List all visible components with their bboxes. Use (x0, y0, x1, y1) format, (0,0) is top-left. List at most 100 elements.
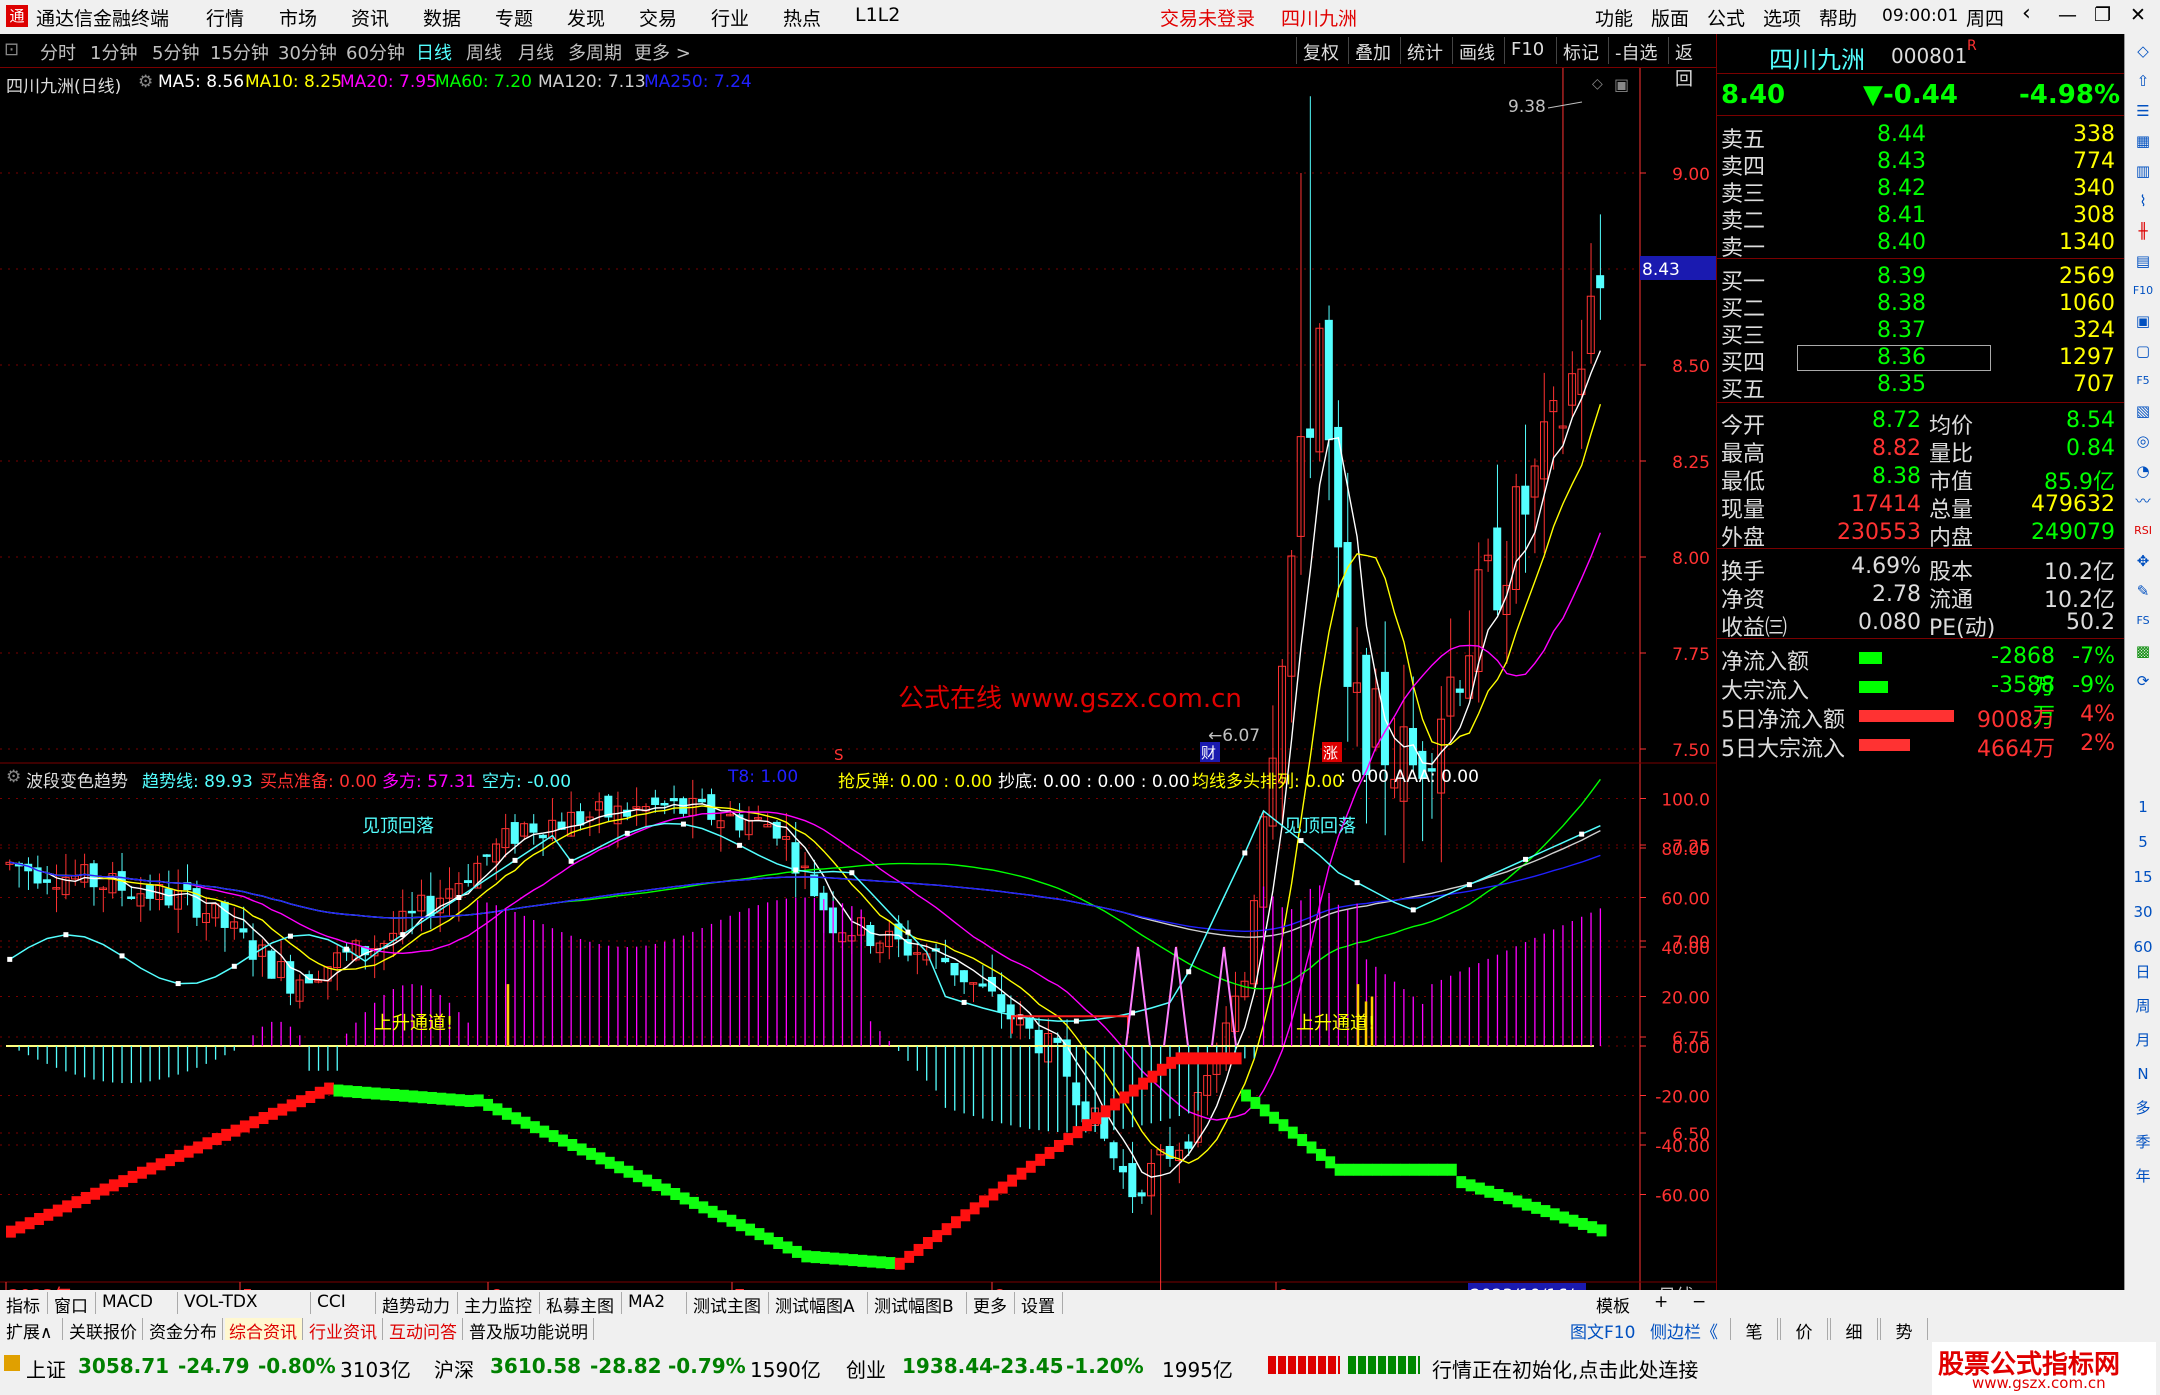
stock-tab[interactable]: 四川九洲 (1281, 4, 1357, 31)
extension-tab-6[interactable]: 普及版功能说明 (465, 1318, 594, 1343)
period-shortcut-9[interactable]: 多 (2129, 1095, 2157, 1121)
indicator-tab-4[interactable]: CCI (313, 1292, 376, 1314)
wave-icon[interactable]: 〰 (2129, 488, 2157, 514)
indicator-tab-5[interactable]: 趋势动力 (378, 1292, 458, 1317)
period-shortcut-6[interactable]: 周 (2129, 993, 2157, 1019)
settings-gear-icon[interactable]: ⚙ (138, 72, 153, 92)
indicator-tab-1[interactable]: 窗口 (50, 1292, 96, 1317)
hs-index-name[interactable]: 沪深 (434, 1354, 474, 1383)
period-shortcut-8[interactable]: N (2129, 1061, 2157, 1087)
menu-function[interactable]: 功能 (1595, 4, 1633, 31)
tool-watchlist[interactable]: -自选 (1608, 37, 1664, 64)
menu-trade[interactable]: 交易 (639, 4, 677, 31)
period-shortcut-7[interactable]: 月 (2129, 1027, 2157, 1053)
period-shortcut-4[interactable]: 60 (2129, 934, 2157, 960)
indicator-tab-2[interactable]: MACD (98, 1292, 178, 1314)
extension-tab-4[interactable]: 行业资讯 (305, 1318, 383, 1343)
remove-pane-button[interactable]: − (1688, 1292, 1708, 1314)
period-1min[interactable]: 1分钟 (90, 39, 137, 65)
menu-layout[interactable]: 版面 (1651, 4, 1689, 31)
connection-status[interactable]: 行情正在初始化,点击此处连接 (1432, 1354, 1698, 1383)
minimize-icon[interactable]: — (2058, 4, 2077, 26)
menu-help[interactable]: 帮助 (1819, 4, 1857, 31)
indicator-tab-11[interactable]: 测试幅图B (870, 1292, 967, 1317)
tool-adjust[interactable]: 复权 (1296, 37, 1345, 64)
menu-news[interactable]: 资讯 (351, 4, 389, 31)
indicator-tab-7[interactable]: 私募主图 (542, 1292, 622, 1317)
panel-toggle-icon[interactable]: ⊡ (4, 39, 19, 60)
tool-overlay[interactable]: 叠加 (1348, 37, 1397, 64)
extension-tab-2[interactable]: 资金分布 (145, 1318, 223, 1343)
extension-tab-3[interactable]: 综合资讯 (225, 1318, 303, 1343)
line-icon[interactable]: ⌇ (2129, 188, 2157, 214)
f10-icon[interactable]: F10 (2129, 278, 2157, 304)
back-icon[interactable]: ‹ (2022, 1, 2031, 26)
menu-hot[interactable]: 热点 (783, 4, 821, 31)
indicator-tab-6[interactable]: 主力监控 (460, 1292, 540, 1317)
side-tab-2[interactable]: 细 (1830, 1318, 1878, 1343)
pen-icon[interactable]: ✎ (2129, 578, 2157, 604)
tool-back[interactable]: 返回 (1668, 37, 1716, 90)
indicator-tab-0[interactable]: 指标 (2, 1292, 48, 1317)
kline-chart[interactable]: 9.008.758.508.258.007.757.507.257.006.75… (0, 68, 1716, 1290)
list-icon[interactable]: ☰ (2129, 98, 2157, 124)
indicator-tab-3[interactable]: VOL-TDX (180, 1292, 311, 1314)
sidebar-button[interactable]: 侧边栏《 (1646, 1318, 1724, 1343)
period-shortcut-3[interactable]: 30 (2129, 899, 2157, 925)
menu-options[interactable]: 选项 (1763, 4, 1801, 31)
restore-icon[interactable]: ❐ (2094, 4, 2111, 26)
side-tab-1[interactable]: 价 (1780, 1318, 1828, 1343)
menu-market[interactable]: 市场 (279, 4, 317, 31)
period-multi[interactable]: 多周期 (568, 39, 622, 65)
collapse-icon[interactable]: ◇ (2129, 38, 2157, 64)
extension-tab-0[interactable]: 扩展∧ (2, 1318, 63, 1343)
indicator-tab-13[interactable]: 设置 (1017, 1292, 1063, 1317)
tool-f10[interactable]: F10 (1504, 37, 1550, 64)
period-daily[interactable]: 日线 (416, 39, 452, 65)
add-pane-button[interactable]: + (1650, 1292, 1670, 1314)
menu-data[interactable]: 数据 (423, 4, 461, 31)
tool-stats[interactable]: 统计 (1400, 37, 1449, 64)
close-icon[interactable]: ✕ (2130, 4, 2146, 26)
period-shortcut-5[interactable]: 日 (2129, 959, 2157, 985)
period-more[interactable]: 更多 > (634, 39, 691, 65)
rsi-icon[interactable]: RSI (2129, 518, 2157, 544)
circle-icon[interactable]: ◎ (2129, 428, 2157, 454)
extension-tab-5[interactable]: 互动问答 (385, 1318, 463, 1343)
menu-topic[interactable]: 专题 (495, 4, 533, 31)
pie-icon[interactable]: ◔ (2129, 458, 2157, 484)
menu-quotes[interactable]: 行情 (206, 4, 244, 31)
up-arrow-icon[interactable]: ⇧ (2129, 68, 2157, 94)
period-shortcut-1[interactable]: 5 (2129, 829, 2157, 855)
grid-icon[interactable]: ▥ (2129, 158, 2157, 184)
sh-index-name[interactable]: 上证 (26, 1354, 66, 1383)
tool-draw[interactable]: 画线 (1452, 37, 1501, 64)
news-icon[interactable]: ▢ (2129, 338, 2157, 364)
menu-industry[interactable]: 行业 (711, 4, 749, 31)
period-15min[interactable]: 15分钟 (210, 39, 269, 65)
side-tab-0[interactable]: 笔 (1730, 1318, 1778, 1343)
f5-icon[interactable]: F5 (2129, 368, 2157, 394)
sub-settings-gear-icon[interactable]: ⚙ (6, 767, 21, 787)
period-shortcut-10[interactable]: 季 (2129, 1129, 2157, 1155)
side-tab-3[interactable]: 势 (1880, 1318, 1928, 1343)
table-icon[interactable]: ▤ (2129, 248, 2157, 274)
template-button[interactable]: 模板 (1592, 1292, 1638, 1317)
menu-formula[interactable]: 公式 (1707, 4, 1745, 31)
extension-tab-1[interactable]: 关联报价 (65, 1318, 143, 1343)
period-shortcut-0[interactable]: 1 (2129, 794, 2157, 820)
kline-icon[interactable]: ╫ (2129, 218, 2157, 244)
period-monthly[interactable]: 月线 (518, 39, 554, 65)
period-60min[interactable]: 60分钟 (346, 39, 405, 65)
indicator-tab-10[interactable]: 测试幅图A (771, 1292, 868, 1317)
period-shortcut-11[interactable]: 年 (2129, 1163, 2157, 1189)
login-status[interactable]: 交易未登录 (1160, 4, 1255, 31)
fs-icon[interactable]: FS (2129, 608, 2157, 634)
period-30min[interactable]: 30分钟 (278, 39, 337, 65)
indicator-tab-9[interactable]: 测试主图 (689, 1292, 769, 1317)
tool-mark[interactable]: 标记 (1556, 37, 1605, 64)
compare-icon[interactable]: ▧ (2129, 398, 2157, 424)
indicator-tab-12[interactable]: 更多 (969, 1292, 1015, 1317)
doc-icon[interactable]: ▣ (2129, 308, 2157, 334)
menu-l1l2[interactable]: L1L2 (855, 4, 900, 26)
